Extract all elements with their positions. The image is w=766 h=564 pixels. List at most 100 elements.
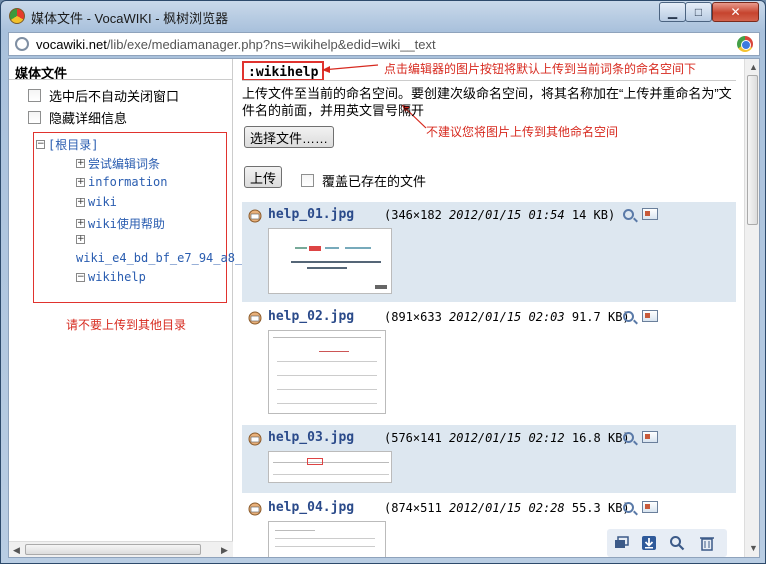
scroll-right-icon[interactable]: ▶ [221, 545, 228, 556]
tree-item-wiki-help-usage[interactable]: + wiki使用帮助 [76, 215, 165, 232]
window-title: 媒体文件 - VocaWIKI - 枫树浏览器 [31, 11, 229, 26]
collapse-icon[interactable]: − [76, 272, 85, 282]
tree-item-information[interactable]: + information [76, 175, 167, 189]
overwrite-option[interactable]: 覆盖已存在的文件 [301, 171, 426, 190]
page-content: 媒体文件 选中后不自动关闭窗口 隐藏详细信息 − [根目录] + 尝试编辑词条 … [8, 58, 760, 558]
address-bar[interactable]: vocawiki.net/lib/exe/mediamanager.php?ns… [8, 32, 760, 56]
trash-icon[interactable] [699, 535, 715, 551]
scroll-left-icon[interactable]: ◀ [13, 545, 20, 556]
media-dims: (891×633 [384, 310, 442, 324]
media-size: 91.7 KB) [571, 310, 630, 324]
expand-icon[interactable]: + [76, 219, 85, 228]
hide-details-checkbox[interactable] [28, 111, 41, 124]
media-thumbnail[interactable] [268, 330, 386, 414]
media-size: 16.8 KB) [571, 431, 630, 445]
expand-icon[interactable]: + [76, 159, 85, 168]
vertical-scrollbar[interactable]: ▲ ▼ [744, 59, 759, 557]
scrollbar-thumb[interactable] [25, 544, 201, 555]
minimize-button[interactable]: ▁ [659, 2, 686, 22]
image-file-icon [248, 209, 262, 223]
choose-file-button[interactable]: 选择文件…… [244, 126, 334, 148]
magnify-icon[interactable] [623, 502, 634, 513]
image-file-icon [248, 311, 262, 325]
option-keep-open[interactable]: 选中后不自动关闭窗口 [28, 86, 179, 105]
option-hide-details[interactable]: 隐藏详细信息 [28, 108, 127, 127]
tree-item-label[interactable]: wiki使用帮助 [88, 215, 165, 232]
url-domain: vocawiki.net [36, 37, 107, 52]
download-icon[interactable] [641, 535, 657, 551]
media-dims: (346×182 [384, 208, 442, 222]
window-icon[interactable] [613, 535, 629, 551]
media-file-link[interactable]: help_04.jpg [268, 500, 354, 515]
scrollbar-thumb[interactable] [747, 75, 758, 225]
media-date: 2012/01/15 02:03 [449, 310, 565, 324]
upload-description: 上传文件至当前的命名空间。要创建次级命名空间，将其名称加在“上传并重命名为”文件… [242, 86, 732, 118]
media-date: 2012/01/15 01:54 [449, 208, 565, 222]
option-label: 选中后不自动关闭窗口 [49, 89, 180, 104]
media-size: 14 KB) [571, 208, 616, 222]
media-meta: (576×141 2012/01/15 02:12 16.8 KB) [384, 431, 630, 445]
tree-root-label[interactable]: [根目录] [48, 136, 98, 153]
close-button[interactable]: ✕ [712, 2, 759, 22]
scroll-down-icon[interactable]: ▼ [749, 543, 758, 553]
zoom-icon[interactable] [669, 535, 685, 551]
browser-window: 媒体文件 - VocaWIKI - 枫树浏览器 ▁ □ ✕ vocawiki.n… [0, 0, 766, 564]
tree-item-wikihelp[interactable]: − wikihelp [76, 270, 146, 284]
media-size: 55.3 KB) [571, 501, 630, 515]
media-file-link[interactable]: help_02.jpg [268, 309, 354, 324]
media-date: 2012/01/15 02:12 [449, 431, 565, 445]
tree-item-wiki[interactable]: + wiki [76, 195, 117, 209]
magnify-icon[interactable] [623, 432, 634, 443]
option-label: 隐藏详细信息 [49, 111, 128, 126]
media-item: help_02.jpg (891×633 2012/01/15 02:03 91… [242, 304, 736, 419]
expand-icon[interactable]: + [76, 235, 85, 244]
tree-item-wiki-encoded[interactable]: wiki_e4_bd_bf_e7_94_a8_ [76, 251, 242, 265]
media-file-link[interactable]: help_01.jpg [268, 207, 354, 222]
horizontal-scrollbar[interactable]: ◀ ▶ [9, 541, 233, 557]
media-thumbnail[interactable] [268, 521, 386, 557]
tree-item-label[interactable]: information [88, 175, 167, 189]
tree-item-label[interactable]: 尝试编辑词条 [88, 155, 160, 172]
namespace-annotation: 点击编辑器的图片按钮将默认上传到当前词条的命名空间下 [384, 62, 697, 76]
insert-image-icon[interactable] [642, 431, 658, 443]
media-thumbnail[interactable] [268, 228, 392, 294]
chrome-icon[interactable] [737, 36, 753, 52]
media-item: help_03.jpg (576×141 2012/01/15 02:12 16… [242, 425, 736, 493]
upload-pane: :wikihelp 点击编辑器的图片按钮将默认上传到当前词条的命名空间下 上传文… [234, 59, 744, 557]
browser-logo-icon [9, 8, 25, 24]
media-date: 2012/01/15 02:28 [449, 501, 565, 515]
upload-button[interactable]: 上传 [244, 166, 282, 188]
maximize-button[interactable]: □ [685, 2, 712, 22]
image-file-icon [248, 502, 262, 516]
tree-item-label[interactable]: wiki_e4_bd_bf_e7_94_a8_ [76, 251, 242, 265]
tree-item-wiki-encoded-toggle[interactable]: + [76, 235, 88, 244]
media-dims: (874×511 [384, 501, 442, 515]
keep-open-checkbox[interactable] [28, 89, 41, 102]
overwrite-checkbox[interactable] [301, 174, 314, 187]
media-file-link[interactable]: help_03.jpg [268, 430, 354, 445]
tree-item-label[interactable]: wikihelp [88, 270, 146, 284]
magnify-icon[interactable] [623, 209, 634, 220]
sidebar: 媒体文件 选中后不自动关闭窗口 隐藏详细信息 − [根目录] + 尝试编辑词条 … [9, 59, 242, 557]
insert-image-icon[interactable] [642, 208, 658, 220]
url-text[interactable]: vocawiki.net/lib/exe/mediamanager.php?ns… [36, 37, 436, 52]
overwrite-label: 覆盖已存在的文件 [322, 174, 427, 189]
globe-icon [15, 37, 29, 51]
expand-icon[interactable]: + [76, 197, 85, 207]
media-thumbnail[interactable] [268, 451, 392, 483]
media-meta: (874×511 2012/01/15 02:28 55.3 KB) [384, 501, 630, 515]
magnify-icon[interactable] [623, 311, 634, 322]
divider [9, 79, 233, 80]
image-file-icon [248, 432, 262, 446]
collapse-icon[interactable]: − [36, 140, 45, 149]
media-meta: (891×633 2012/01/15 02:03 91.7 KB) [384, 310, 630, 324]
tree-root[interactable]: − [根目录] [36, 136, 98, 153]
tree-item-edit-trial[interactable]: + 尝试编辑词条 [76, 155, 160, 172]
other-namespace-annotation: 不建议您将图片上传到其他命名空间 [426, 125, 619, 139]
tree-item-label[interactable]: wiki [88, 195, 117, 209]
sidebar-annotation: 请不要上传到其他目录 [66, 318, 187, 332]
insert-image-icon[interactable] [642, 310, 658, 322]
insert-image-icon[interactable] [642, 501, 658, 513]
scroll-up-icon[interactable]: ▲ [749, 62, 758, 72]
expand-icon[interactable]: + [76, 177, 85, 187]
